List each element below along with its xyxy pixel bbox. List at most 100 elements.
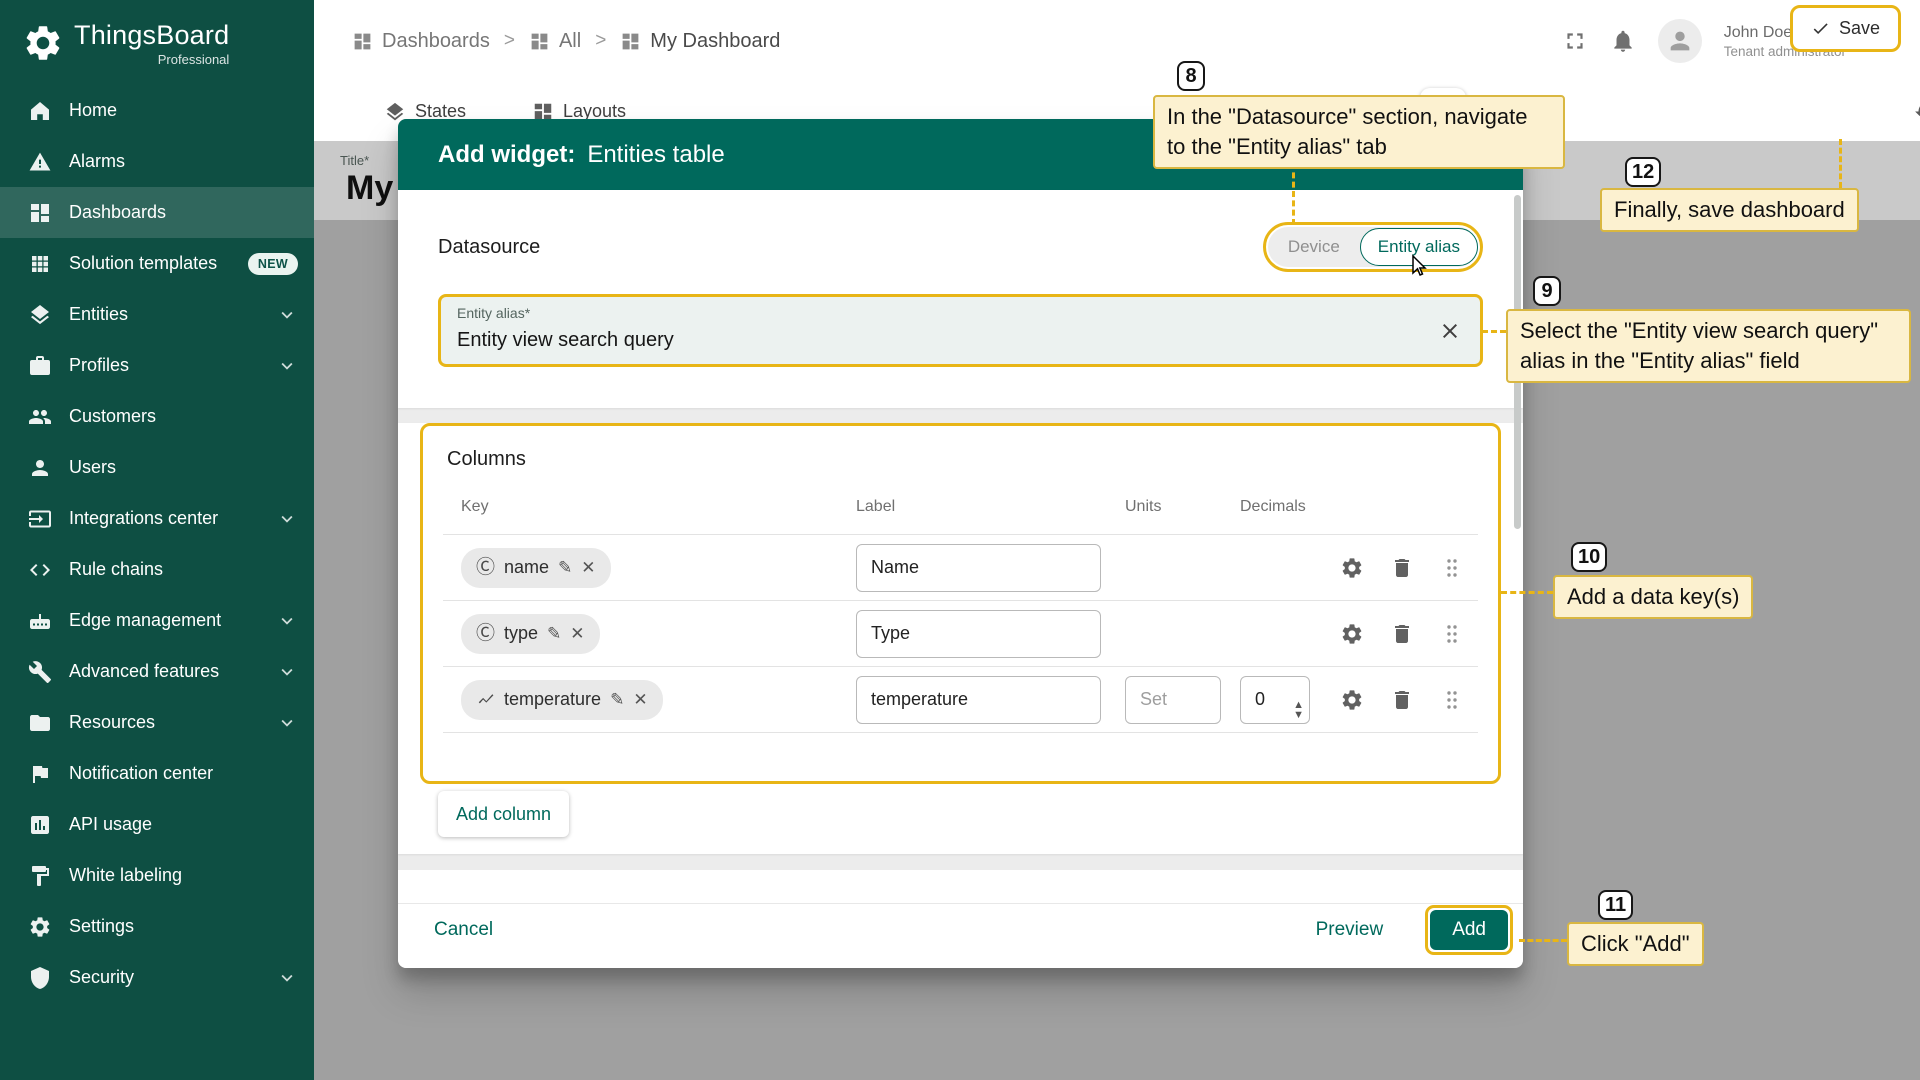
edit-key-icon[interactable]: ✎ — [610, 691, 624, 708]
data-key-chip-type[interactable]: Ⓒ type ✎ ✕ — [461, 613, 600, 654]
drag-handle-icon[interactable] — [1440, 622, 1464, 646]
breadcrumb-separator: > — [595, 30, 607, 51]
column-label-input[interactable] — [856, 543, 1101, 592]
sidebar-item-edge-management[interactable]: Edge management — [0, 595, 314, 646]
remove-key-icon[interactable]: ✕ — [581, 559, 595, 576]
breadcrumb-item[interactable]: My Dashboard — [620, 30, 780, 53]
profiles-icon — [28, 354, 52, 378]
tutorial-callout-10: Add a data key(s) — [1553, 575, 1754, 619]
dialog-footer: Cancel Preview Add — [398, 870, 1523, 968]
sidebar-item-api-usage[interactable]: API usage — [0, 799, 314, 850]
sidebar-item-integrations-center[interactable]: Integrations center — [0, 493, 314, 544]
drag-handle-icon[interactable] — [1440, 688, 1464, 712]
integrations-icon — [28, 507, 52, 531]
sidebar-item-alarms[interactable]: Alarms — [0, 136, 314, 187]
remove-key-icon[interactable]: ✕ — [570, 625, 584, 642]
sidebar-item-resources[interactable]: Resources — [0, 697, 314, 748]
columns-table-header: Key Label Units Decimals — [443, 479, 1478, 535]
sidebar-item-notification-center[interactable]: Notification center — [0, 748, 314, 799]
edit-key-icon[interactable]: ✎ — [547, 625, 561, 642]
history-icon[interactable] — [1914, 98, 1920, 125]
users-icon — [28, 456, 52, 480]
sidebar-item-solution-templates[interactable]: Solution templates NEW — [0, 238, 314, 289]
sidebar-item-customers[interactable]: Customers — [0, 391, 314, 442]
delete-column-trash-icon[interactable] — [1390, 688, 1414, 712]
data-key-chip-temperature[interactable]: temperature ✎ ✕ — [461, 679, 663, 720]
sidebar-item-advanced-features[interactable]: Advanced features — [0, 646, 314, 697]
datasource-section: Datasource Device Entity alias Entity al… — [398, 190, 1523, 408]
dashboard-grid-icon — [529, 31, 550, 52]
sidebar-item-users[interactable]: Users — [0, 442, 314, 493]
person-icon — [1666, 27, 1694, 55]
dialog-cancel-button[interactable]: Cancel — [422, 911, 505, 949]
home-icon — [28, 99, 52, 123]
drag-handle-icon[interactable] — [1440, 556, 1464, 580]
breadcrumb-separator: > — [503, 30, 515, 51]
add-column-button[interactable]: Add column — [438, 791, 570, 837]
topbar: Dashboards > All > My Dashboard John Doe Ten… — [314, 0, 1920, 82]
connector-line — [1519, 939, 1567, 942]
tab-device[interactable]: Device — [1268, 237, 1360, 257]
chevron-down-icon — [276, 508, 298, 530]
datasource-label: Datasource — [438, 235, 541, 258]
dashboard-grid-icon — [620, 31, 641, 52]
sidebar-item-profiles[interactable]: Profiles — [0, 340, 314, 391]
columns-label: Columns — [447, 448, 526, 470]
column-row-name: Ⓒ name ✎ ✕ — [443, 535, 1478, 601]
entity-alias-field-value: Entity view search query — [457, 329, 674, 351]
breadcrumb-item[interactable]: All — [529, 30, 581, 53]
column-settings-gear-icon[interactable] — [1340, 556, 1364, 580]
step-12-badge: 12 — [1625, 157, 1662, 187]
sidebar-item-rule-chains[interactable]: Rule chains — [0, 544, 314, 595]
entity-field-icon: Ⓒ — [476, 557, 496, 578]
fullscreen-icon[interactable] — [1562, 28, 1588, 54]
step-11-badge: 11 — [1598, 890, 1634, 920]
tutorial-callout-8: In the "Datasource" section, navigate to… — [1153, 95, 1565, 169]
white-labeling-icon — [28, 864, 52, 888]
customers-icon — [28, 405, 52, 429]
notification-icon — [28, 762, 52, 786]
entities-icon — [28, 303, 52, 327]
tutorial-callout-12: Finally, save dashboard — [1600, 188, 1859, 232]
header-decimals: Decimals — [1240, 497, 1306, 515]
sidebar-item-home[interactable]: Home — [0, 85, 314, 136]
remove-key-icon[interactable]: ✕ — [633, 691, 647, 708]
entity-alias-field[interactable]: Entity alias* Entity view search query — [438, 294, 1483, 367]
preview-button[interactable]: Preview — [1304, 911, 1396, 949]
save-dashboard-button[interactable]: Save — [1795, 10, 1897, 47]
header-label: Label — [856, 497, 896, 515]
chevron-down-icon — [276, 610, 298, 632]
column-units-input[interactable] — [1125, 675, 1221, 724]
tutorial-callout-11: Click "Add" — [1567, 922, 1704, 966]
avatar[interactable] — [1657, 19, 1702, 63]
column-settings-gear-icon[interactable] — [1340, 622, 1364, 646]
column-label-input[interactable] — [856, 609, 1101, 658]
edit-key-icon[interactable]: ✎ — [558, 559, 572, 576]
column-label-input[interactable] — [856, 675, 1101, 724]
column-settings-gear-icon[interactable] — [1340, 688, 1364, 712]
notifications-bell-icon[interactable] — [1610, 28, 1636, 54]
delete-column-trash-icon[interactable] — [1390, 556, 1414, 580]
decimals-stepper-icons[interactable]: ▲ ▼ — [1293, 700, 1304, 721]
dialog-add-button[interactable]: Add — [1430, 910, 1508, 950]
step-9-badge: 9 — [1533, 276, 1561, 306]
dialog-title-prefix: Add widget: — [438, 140, 576, 168]
resources-icon — [28, 711, 52, 735]
sidebar-item-white-labeling[interactable]: White labeling — [0, 850, 314, 901]
rule-chains-icon — [28, 558, 52, 582]
delete-column-trash-icon[interactable] — [1390, 622, 1414, 646]
sidebar-item-security[interactable]: Security — [0, 952, 314, 1003]
data-key-chip-name[interactable]: Ⓒ name ✎ ✕ — [461, 547, 611, 588]
breadcrumb-item[interactable]: Dashboards — [352, 30, 490, 53]
sidebar-item-settings[interactable]: Settings — [0, 901, 314, 952]
clear-alias-icon[interactable] — [1438, 319, 1462, 343]
api-usage-icon — [28, 813, 52, 837]
brand[interactable]: ThingsBoard Professional — [0, 0, 314, 81]
datasource-type-highlight-ring: Device Entity alias — [1262, 222, 1483, 272]
datasource-type-toggle: Device Entity alias — [1267, 227, 1478, 267]
tutorial-callout-9: Select the "Entity view search query" al… — [1506, 309, 1911, 383]
entity-alias-field-label: Entity alias* — [457, 305, 531, 321]
sidebar-item-dashboards[interactable]: Dashboards — [0, 187, 314, 238]
sidebar: ThingsBoard Professional Home Alarms Dashb… — [0, 0, 314, 1080]
sidebar-item-entities[interactable]: Entities — [0, 289, 314, 340]
